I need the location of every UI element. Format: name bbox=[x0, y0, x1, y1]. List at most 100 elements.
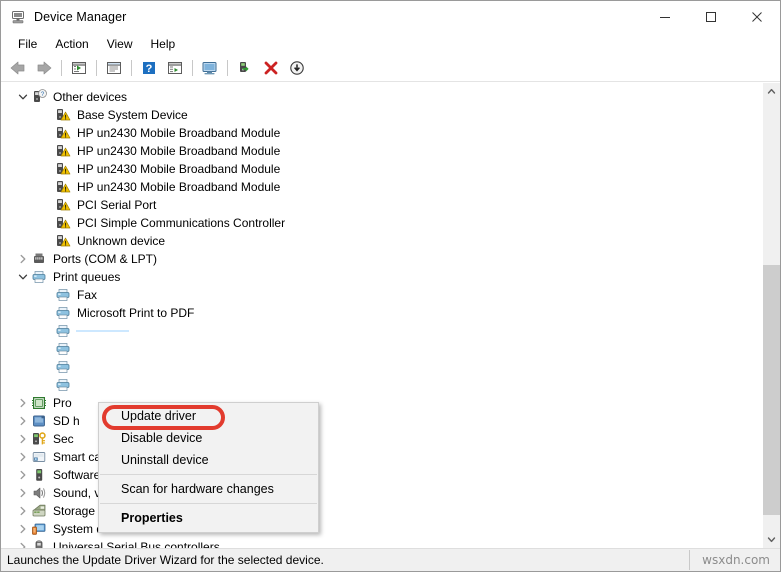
chevron-down-icon[interactable] bbox=[15, 269, 31, 285]
context-menu-separator bbox=[100, 474, 317, 475]
update-driver-icon[interactable] bbox=[233, 57, 257, 79]
security-device-icon bbox=[31, 431, 47, 447]
tree-row[interactable]: HP un2430 Mobile Broadband Module bbox=[1, 160, 762, 178]
tree-row[interactable]: Unknown device bbox=[1, 232, 762, 250]
warning-device-icon bbox=[55, 179, 71, 195]
tree-row-label: SD h bbox=[53, 414, 80, 428]
menu-action[interactable]: Action bbox=[46, 35, 97, 53]
twisty-placeholder bbox=[39, 359, 55, 375]
status-bar: Launches the Update Driver Wizard for th… bbox=[1, 548, 780, 571]
toolbar-separator bbox=[61, 60, 62, 76]
port-icon bbox=[31, 251, 47, 267]
twisty-placeholder bbox=[39, 233, 55, 249]
context-menu[interactable]: Update driver Disable device Uninstall dev… bbox=[98, 402, 319, 533]
chevron-right-icon[interactable] bbox=[15, 449, 31, 465]
show-hidden-devices-icon[interactable] bbox=[67, 57, 91, 79]
tree-row[interactable]: HP un2430 Mobile Broadband Module bbox=[1, 178, 762, 196]
device-manager-window: Device Manager File Action View Help ? ?… bbox=[0, 0, 781, 572]
tree-row-label: Pro bbox=[53, 396, 72, 410]
window-title: Device Manager bbox=[34, 10, 127, 24]
uninstall-device-icon[interactable] bbox=[259, 57, 283, 79]
twisty-placeholder bbox=[39, 305, 55, 321]
tree-row[interactable]: Ports (COM & LPT) bbox=[1, 250, 762, 268]
chevron-right-icon[interactable] bbox=[15, 539, 31, 548]
window-controls bbox=[642, 1, 780, 33]
chevron-right-icon[interactable] bbox=[15, 431, 31, 447]
printer-icon bbox=[55, 341, 71, 357]
menu-view[interactable]: View bbox=[98, 35, 142, 53]
scan-for-hardware-changes-icon[interactable] bbox=[198, 57, 222, 79]
printer-icon bbox=[55, 359, 71, 375]
chevron-right-icon[interactable] bbox=[15, 467, 31, 483]
twisty-placeholder bbox=[39, 125, 55, 141]
tree-row[interactable] bbox=[1, 358, 762, 376]
tree-row-label: Universal Serial Bus controllers bbox=[53, 540, 220, 548]
chevron-right-icon[interactable] bbox=[15, 251, 31, 267]
warning-device-icon bbox=[55, 107, 71, 123]
tree-row[interactable]: PCI Simple Communications Controller bbox=[1, 214, 762, 232]
close-button[interactable] bbox=[734, 1, 780, 32]
tree-row[interactable] bbox=[1, 322, 762, 340]
vertical-scrollbar[interactable] bbox=[762, 83, 780, 548]
scroll-track[interactable] bbox=[763, 100, 780, 531]
tree-row-label: Microsoft Print to PDF bbox=[77, 306, 195, 320]
warning-device-icon bbox=[55, 197, 71, 213]
context-menu-item-properties[interactable]: Properties bbox=[99, 507, 318, 529]
scroll-down-button[interactable] bbox=[763, 531, 780, 548]
scroll-up-button[interactable] bbox=[763, 83, 780, 100]
tree-row[interactable]: HP un2430 Mobile Broadband Module bbox=[1, 142, 762, 160]
properties-window-icon[interactable] bbox=[102, 57, 126, 79]
tree-row-label: HP un2430 Mobile Broadband Module bbox=[77, 180, 281, 194]
tree-row[interactable]: Microsoft Print to PDF bbox=[1, 304, 762, 322]
context-menu-item-scan-for-hardware-changes[interactable]: Scan for hardware changes bbox=[99, 478, 318, 500]
tree-row[interactable]: PCI Serial Port bbox=[1, 196, 762, 214]
twisty-placeholder bbox=[39, 341, 55, 357]
help-icon[interactable]: ? bbox=[137, 57, 161, 79]
toolbar-separator bbox=[96, 60, 97, 76]
disable-device-icon[interactable] bbox=[285, 57, 309, 79]
twisty-placeholder bbox=[39, 287, 55, 303]
chevron-right-icon[interactable] bbox=[15, 413, 31, 429]
back-arrow-icon[interactable] bbox=[6, 57, 30, 79]
tree-row-label: PCI Simple Communications Controller bbox=[77, 216, 286, 230]
system-device-icon bbox=[31, 521, 47, 537]
scroll-thumb[interactable] bbox=[763, 265, 780, 515]
device-manager-icon bbox=[10, 9, 26, 25]
twisty-placeholder bbox=[39, 197, 55, 213]
forward-arrow-icon[interactable] bbox=[32, 57, 56, 79]
tree-row[interactable]: Universal Serial Bus controllers bbox=[1, 538, 762, 548]
menu-file[interactable]: File bbox=[9, 35, 46, 53]
sound-icon bbox=[31, 485, 47, 501]
context-menu-item-uninstall-device[interactable]: Uninstall device bbox=[99, 449, 318, 471]
minimize-button[interactable] bbox=[642, 1, 688, 32]
maximize-button[interactable] bbox=[688, 1, 734, 32]
tree-row[interactable]: ? Other devices bbox=[1, 88, 762, 106]
unknown-device-icon: ? bbox=[31, 89, 47, 105]
tree-row[interactable] bbox=[1, 340, 762, 358]
tree-row[interactable] bbox=[1, 376, 762, 394]
warning-device-icon bbox=[55, 215, 71, 231]
context-menu-item-disable-device[interactable]: Disable device bbox=[99, 427, 318, 449]
menu-help[interactable]: Help bbox=[142, 35, 185, 53]
chevron-right-icon[interactable] bbox=[15, 485, 31, 501]
tree-row[interactable]: Fax bbox=[1, 286, 762, 304]
toolbar: ? bbox=[1, 55, 780, 82]
context-menu-item-update-driver[interactable]: Update driver bbox=[99, 405, 318, 427]
software-device-icon bbox=[31, 467, 47, 483]
tree-row-label: Ports (COM & LPT) bbox=[53, 252, 158, 266]
device-tree-pane[interactable]: ? Other devices Base System Device HP un243… bbox=[1, 83, 762, 548]
tree-row[interactable]: Print queues bbox=[1, 268, 762, 286]
title-bar: Device Manager bbox=[1, 1, 780, 33]
printer-icon bbox=[55, 377, 71, 393]
twisty-placeholder bbox=[39, 179, 55, 195]
tree-row[interactable]: HP un2430 Mobile Broadband Module bbox=[1, 124, 762, 142]
chevron-right-icon[interactable] bbox=[15, 521, 31, 537]
status-divider bbox=[689, 550, 690, 570]
tree-row[interactable]: Base System Device bbox=[1, 106, 762, 124]
twisty-placeholder bbox=[39, 107, 55, 123]
chevron-right-icon[interactable] bbox=[15, 503, 31, 519]
chevron-right-icon[interactable] bbox=[15, 395, 31, 411]
tree-row-label: Print queues bbox=[53, 270, 121, 284]
chevron-down-icon[interactable] bbox=[15, 89, 31, 105]
view-details-icon[interactable] bbox=[163, 57, 187, 79]
